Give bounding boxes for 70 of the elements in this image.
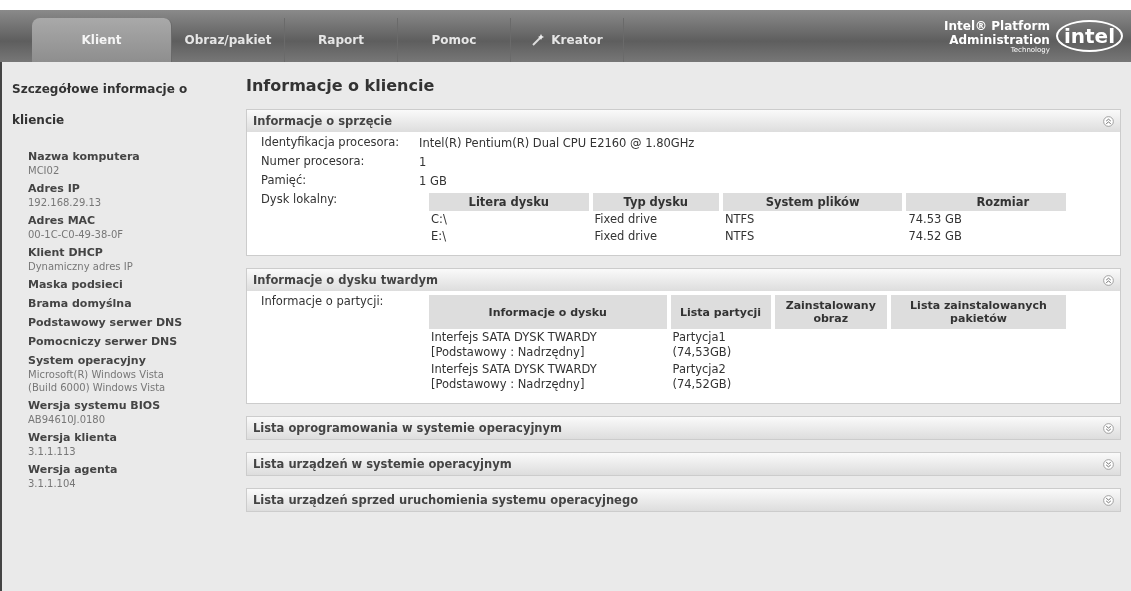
info-value: AB94610J.0180	[28, 413, 107, 426]
sidebar-title: Szczegółowe informacje o kliencie	[12, 81, 189, 129]
product-name-line: Administration	[949, 32, 1050, 47]
field-label: Identyfikacja procesora:	[261, 136, 401, 151]
table-cell: Interfejs SATA DYSK TWARDY [Podstawowy : Nadrzędny]	[431, 362, 597, 391]
section-title: Lista urządzeń sprzed uruchomienia systemu operacyjnego	[253, 493, 639, 507]
brand-logo: intel	[1055, 20, 1123, 52]
info-label: Brama domyślna	[28, 297, 133, 311]
table-cell: C:\	[431, 212, 447, 226]
info-label: Adres MAC	[28, 214, 97, 228]
info-label: Adres IP	[28, 182, 81, 196]
column-header: Typ dysku	[592, 193, 719, 211]
expand-icon[interactable]	[1103, 422, 1114, 434]
table-cell: Interfejs SATA DYSK TWARDY [Podstawowy : Nadrzędny]	[431, 330, 597, 359]
info-label: Pomocniczy serwer DNS	[28, 335, 179, 349]
table-cell: NTFS	[724, 212, 755, 226]
column-header: Zainstalowany obraz	[774, 295, 887, 329]
expand-icon[interactable]	[1103, 494, 1114, 506]
section-header[interactable]: Lista urządzeń sprzed uruchomienia systemu operacyjnego	[247, 489, 1120, 511]
info-value: 192.168.29.13	[28, 196, 103, 209]
info-value: (Build 6000) Windows Vista	[28, 381, 167, 394]
info-value: 00-1C-C0-49-38-0F	[28, 228, 125, 241]
product-name: Intel® Platform	[944, 18, 1050, 33]
info-label: Wersja agenta	[28, 463, 119, 477]
info-label: Wersja klienta	[28, 431, 119, 445]
table-cell: E:\	[431, 229, 446, 243]
info-label: Maska podsieci	[28, 278, 124, 292]
info-label: Podstawowy serwer DNS	[28, 316, 184, 330]
info-value: MCI02	[28, 164, 61, 177]
section-title: Informacje o sprzęcie	[253, 114, 393, 128]
table-cell: Fixed drive	[594, 229, 658, 243]
section-header[interactable]: Lista urządzeń w systemie operacyjnym	[247, 453, 1120, 475]
table-cell: Partycja2 (74,52GB)	[672, 362, 732, 391]
info-value: Microsoft(R) Windows Vista	[28, 368, 165, 381]
field-value: 1 GB	[419, 174, 447, 189]
table-cell: Partycja1 (74,53GB)	[672, 330, 732, 359]
wand-icon	[531, 33, 546, 47]
column-header: Litera dysku	[429, 193, 589, 211]
info-label: Klient DHCP	[28, 246, 104, 260]
table-cell: NTFS	[724, 229, 755, 243]
column-header: Rozmiar	[906, 193, 1066, 211]
field-label: Pamięć:	[261, 174, 308, 189]
info-value: 3.1.1.104	[28, 477, 77, 490]
collapse-icon[interactable]	[1103, 115, 1114, 127]
info-value: Dynamiczny adres IP	[28, 260, 134, 273]
section-header[interactable]: Informacje o sprzęcie	[247, 110, 1120, 132]
info-label: Wersja systemu BIOS	[28, 399, 162, 413]
table-cell: 74.52 GB	[908, 229, 962, 243]
page-title: Informacje o kliencie	[246, 76, 436, 95]
column-header: Lista partycji	[670, 295, 771, 329]
info-value: 3.1.1.113	[28, 445, 77, 458]
field-label: Dysk lokalny:	[261, 193, 339, 208]
table-cell: Fixed drive	[594, 212, 658, 226]
table-cell: 74.53 GB	[908, 212, 962, 226]
expand-icon[interactable]	[1103, 458, 1114, 470]
column-header: System plików	[722, 193, 903, 211]
section-header[interactable]: Lista oprogramowania w systemie operacyjnym	[247, 417, 1120, 439]
field-label: Informacje o partycji:	[261, 295, 385, 310]
section-title: Lista oprogramowania w systemie operacyjnym	[253, 421, 563, 435]
field-label: Numer procesora:	[261, 155, 366, 170]
section-header[interactable]: Informacje o dysku twardym	[247, 269, 1120, 291]
section-title: Lista urządzeń w systemie operacyjnym	[253, 457, 512, 471]
collapse-icon[interactable]	[1103, 274, 1114, 286]
field-value: 1	[419, 155, 427, 170]
info-label: Nazwa komputera	[28, 150, 141, 164]
column-header: Lista zainstalowanych pakietów	[891, 295, 1066, 329]
info-label: System operacyjny	[28, 354, 147, 368]
column-header: Informacje o dysku	[429, 295, 667, 329]
section-title: Informacje o dysku twardym	[253, 273, 438, 287]
field-value: Intel(R) Pentium(R) Dual CPU E2160 @ 1.80GHz	[419, 136, 695, 151]
